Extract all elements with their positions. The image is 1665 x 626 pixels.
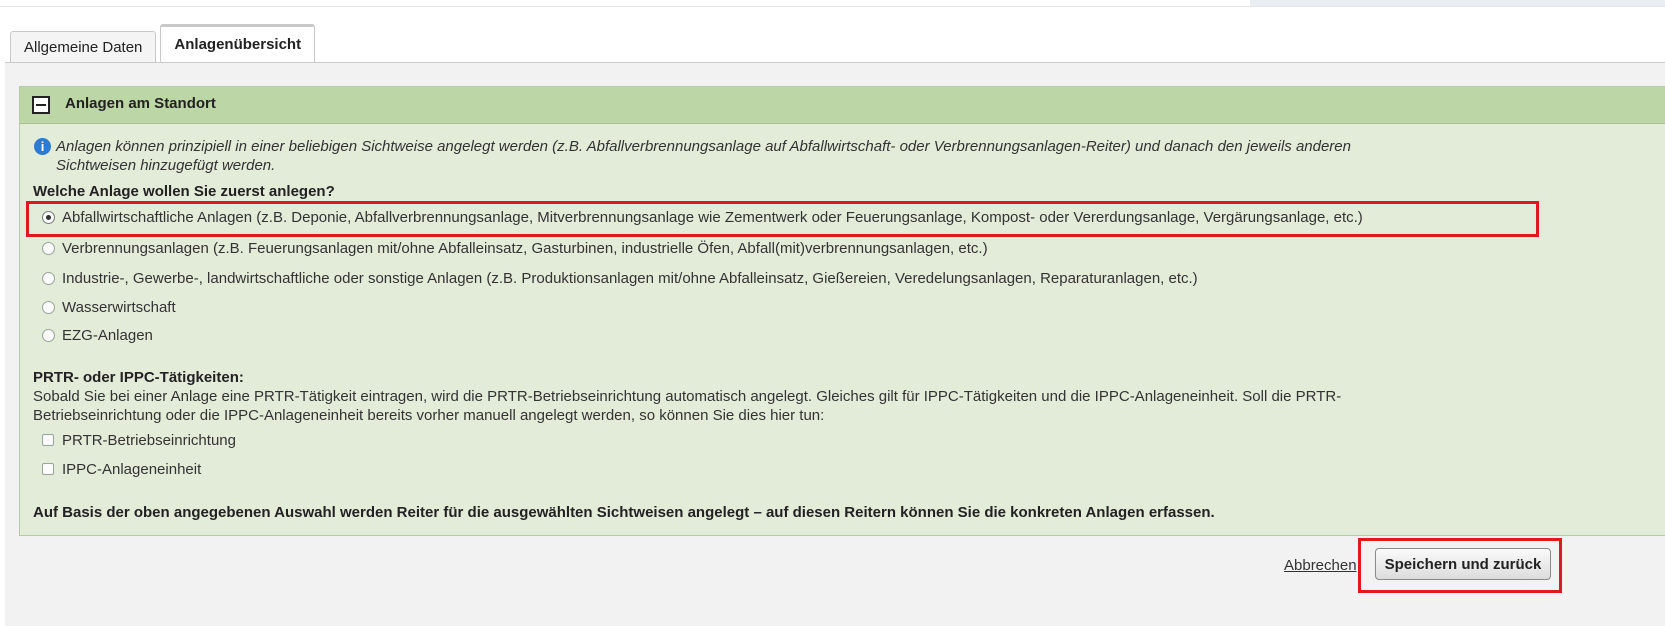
- option-ezg-anlagen[interactable]: EZG-Anlagen: [42, 326, 153, 346]
- checkbox-label: PRTR-Betriebseinrichtung: [62, 432, 236, 449]
- info-text-line1: Anlagen können prinzipiell in einer beli…: [56, 138, 1351, 155]
- prtr-text: Sobald Sie bei einer Anlage eine PRTR-Tä…: [33, 387, 1493, 425]
- cancel-link[interactable]: Abbrechen: [1284, 557, 1357, 574]
- option-label: Wasserwirtschaft: [62, 299, 176, 316]
- option-label: Verbrennungsanlagen (z.B. Feuerungsanlag…: [62, 240, 988, 257]
- info-text-line2: Sichtweisen hinzugefügt werden.: [56, 157, 276, 174]
- prtr-text-line1: Sobald Sie bei einer Anlage eine PRTR-Tä…: [33, 388, 1342, 405]
- checkbox-prtr-box[interactable]: [42, 434, 54, 446]
- collapse-icon[interactable]: [32, 96, 50, 114]
- option-label: Industrie-, Gewerbe-, landwirtschaftlich…: [62, 270, 1198, 287]
- radio-ezg-anlagen[interactable]: [42, 329, 55, 342]
- tab-bar: Allgemeine Daten Anlagenübersicht: [10, 24, 319, 63]
- info-icon: i: [34, 138, 51, 155]
- question-label: Welche Anlage wollen Sie zuerst anlegen?: [33, 183, 335, 200]
- checkbox-ippc-box[interactable]: [42, 463, 54, 475]
- tab-anlagenuebersicht[interactable]: Anlagenübersicht: [160, 24, 316, 63]
- top-bar-right: [1250, 0, 1665, 6]
- checkbox-ippc[interactable]: IPPC-Anlageneinheit: [42, 460, 201, 480]
- checkbox-label: IPPC-Anlageneinheit: [62, 461, 202, 478]
- info-note: i Anlagen können prinzipiell in einer be…: [34, 137, 1535, 175]
- option-verbrennungsanlagen[interactable]: Verbrennungsanlagen (z.B. Feuerungsanlag…: [42, 239, 988, 259]
- prtr-title: PRTR- oder IPPC-Tätigkeiten:: [33, 369, 244, 386]
- prtr-text-line2: Betriebseinrichtung oder die IPPC-Anlage…: [33, 407, 825, 424]
- radio-industrie[interactable]: [42, 272, 55, 285]
- selected-option-highlight: [26, 201, 1539, 237]
- option-label: EZG-Anlagen: [62, 327, 153, 344]
- section-header: Anlagen am Standort: [20, 87, 1665, 124]
- radio-wasserwirtschaft[interactable]: [42, 301, 55, 314]
- option-wasserwirtschaft[interactable]: Wasserwirtschaft: [42, 298, 176, 318]
- final-note: Auf Basis der oben angegebenen Auswahl w…: [33, 504, 1215, 521]
- save-button-highlight: [1358, 538, 1562, 593]
- tab-allgemeine-daten[interactable]: Allgemeine Daten: [10, 31, 157, 63]
- checkbox-prtr[interactable]: PRTR-Betriebseinrichtung: [42, 431, 236, 451]
- section-anlagen-am-standort: Anlagen am Standort i Anlagen können pri…: [19, 86, 1665, 536]
- section-title: Anlagen am Standort: [65, 95, 216, 112]
- option-industrie[interactable]: Industrie-, Gewerbe-, landwirtschaftlich…: [42, 269, 1198, 289]
- radio-verbrennungsanlagen[interactable]: [42, 242, 55, 255]
